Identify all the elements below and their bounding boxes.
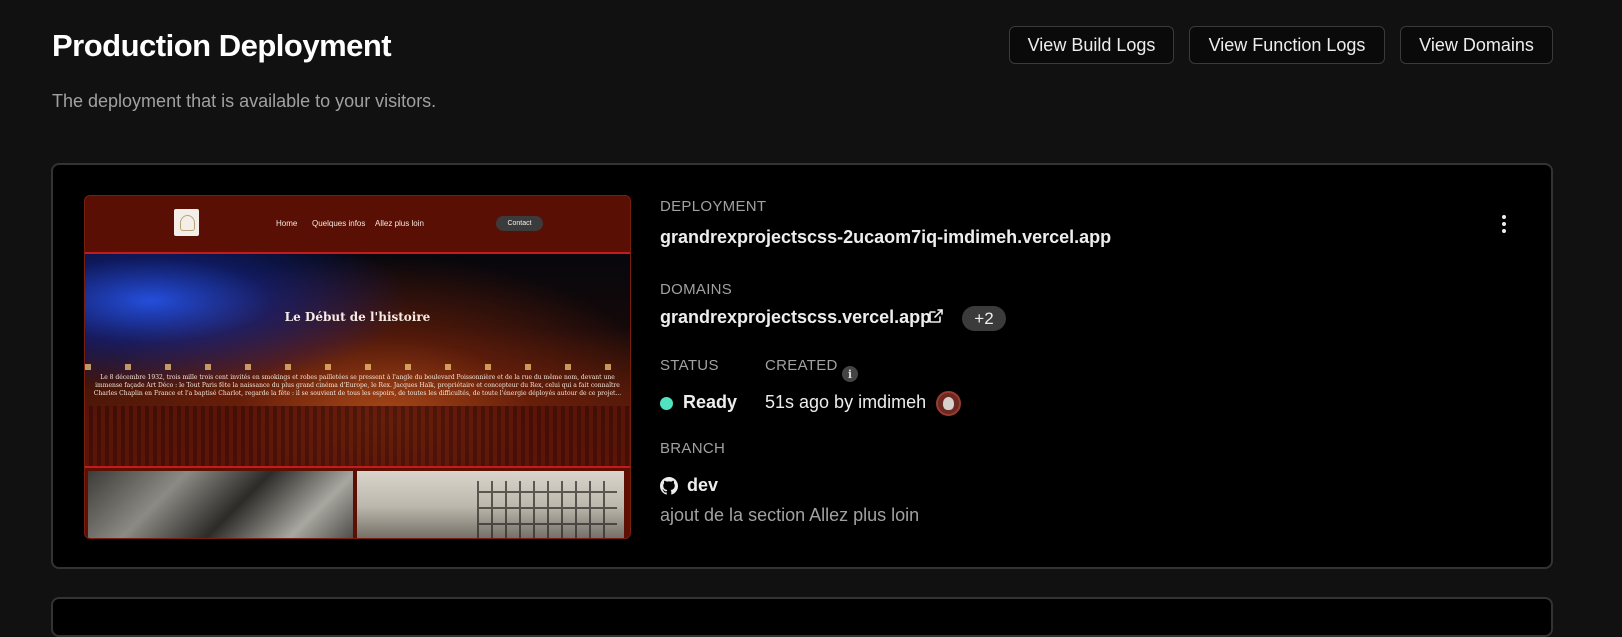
preview-nav-contact: Contact xyxy=(496,216,543,231)
preview-nav-home: Home xyxy=(276,219,298,228)
branch-name[interactable]: dev xyxy=(687,475,718,496)
deployment-preview[interactable]: Home Quelques infos Allez plus loin Cont… xyxy=(84,195,631,539)
status-label: STATUS xyxy=(660,357,719,374)
avatar[interactable] xyxy=(936,391,961,416)
preview-nav: Home Quelques infos Allez plus loin Cont… xyxy=(85,196,630,250)
preview-logo xyxy=(174,209,199,236)
external-link-icon[interactable] xyxy=(928,308,944,324)
info-icon[interactable]: i xyxy=(842,366,858,382)
preview-image-1 xyxy=(88,471,353,538)
preview-hero: Le Début de l'histoire Le 8 décembre 193… xyxy=(85,252,630,468)
deployment-label: DEPLOYMENT xyxy=(660,198,767,215)
view-domains-button[interactable]: View Domains xyxy=(1400,26,1553,64)
status-dot xyxy=(660,397,673,410)
domain-link[interactable]: grandrexprojectscss.vercel.app xyxy=(660,307,931,328)
preview-nav-plus-loin: Allez plus loin xyxy=(375,219,424,228)
deployment-url[interactable]: grandrexprojectscss-2ucaom7iq-imdimeh.ve… xyxy=(660,227,1111,248)
commit-message[interactable]: ajout de la section Allez plus loin xyxy=(660,505,919,526)
next-deployment-card xyxy=(51,597,1553,637)
page-title: Production Deployment xyxy=(52,28,392,63)
github-icon xyxy=(660,477,678,495)
view-function-logs-button[interactable]: View Function Logs xyxy=(1189,26,1385,64)
domains-label: DOMAINS xyxy=(660,281,733,298)
preview-image-2 xyxy=(357,471,624,538)
created-label: CREATED xyxy=(765,357,838,374)
preview-hero-text: Le 8 décembre 1932, trois mille trois ce… xyxy=(93,374,622,397)
preview-nav-infos: Quelques infos xyxy=(312,219,366,228)
deployment-card: Home Quelques infos Allez plus loin Cont… xyxy=(51,163,1553,569)
created-value: 51s ago by imdimeh xyxy=(765,392,927,412)
page-subtitle: The deployment that is available to your… xyxy=(52,91,437,111)
preview-hero-title: Le Début de l'histoire xyxy=(284,310,431,324)
branch-label: BRANCH xyxy=(660,440,726,457)
domains-count-badge[interactable]: +2 xyxy=(962,306,1006,331)
more-options-icon[interactable] xyxy=(1499,214,1509,234)
view-build-logs-button[interactable]: View Build Logs xyxy=(1009,26,1174,64)
status-value: Ready xyxy=(683,392,738,412)
